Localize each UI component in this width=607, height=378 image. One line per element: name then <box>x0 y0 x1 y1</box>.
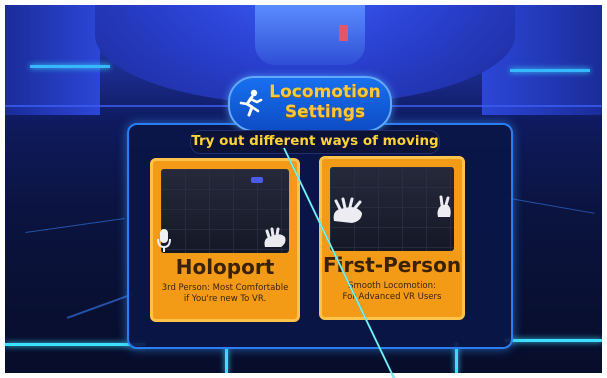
pointer-ray-core <box>283 147 395 378</box>
pointer-ray <box>283 147 395 378</box>
